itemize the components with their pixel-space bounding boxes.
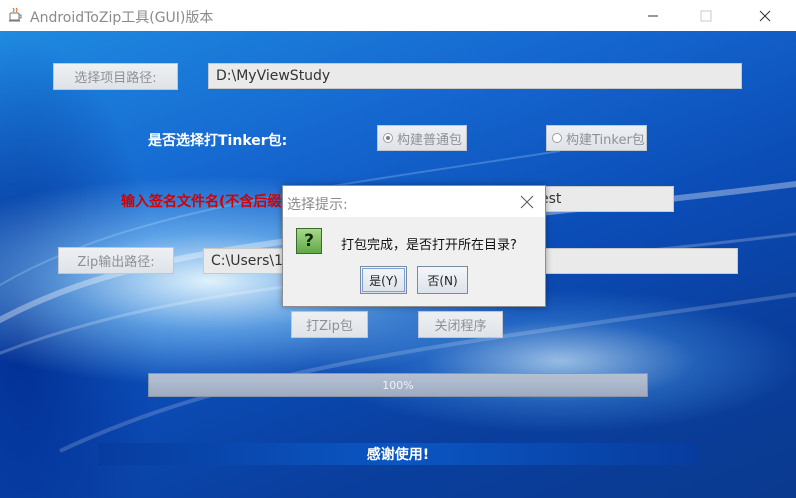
close-icon [759,10,771,21]
thanks-banner: 感谢使用! [98,443,698,465]
minimize-icon [648,15,658,16]
close-button[interactable] [742,0,788,31]
progress-bar: 100% [148,373,648,397]
radio-tinker-package[interactable]: 构建Tinker包 [546,125,647,151]
java-app-icon [9,7,22,22]
build-zip-button[interactable]: 打Zip包 [291,311,368,338]
radio-tinker-label: 构建Tinker包 [566,132,645,148]
maximize-button[interactable] [683,0,729,31]
project-path-field[interactable]: D:\MyViewStudy [208,63,742,89]
select-project-button[interactable]: 选择项目路径: [53,63,178,90]
title-bar[interactable]: AndroidToZip工具(GUI)版本 [0,0,796,31]
dialog-title-bar[interactable]: 选择提示: [283,186,545,217]
progress-text: 100% [382,378,414,392]
dialog-close-button[interactable] [515,190,539,214]
zip-output-button[interactable]: Zip输出路径: [58,247,174,274]
minimize-button[interactable] [630,0,676,31]
tinker-question-label: 是否选择打Tinker包: [148,133,288,149]
radio-normal-label: 构建普通包 [397,132,463,148]
sign-file-field[interactable]: est [532,186,674,212]
sign-file-label: 输入签名文件名(不含后缀 [121,194,282,210]
dialog-message: 打包完成，是否打开所在目录? [341,238,517,253]
radio-normal-indicator [383,133,393,143]
close-program-button[interactable]: 关闭程序 [418,311,503,338]
radio-tinker-indicator [552,133,562,143]
radio-normal-package[interactable]: 构建普通包 [377,125,467,151]
question-icon: ? [296,228,322,254]
no-button[interactable]: 否(N) [417,266,468,294]
maximize-icon [700,10,712,21]
confirm-dialog: 选择提示: ? 打包完成，是否打开所在目录? 是(Y) 否(N) [282,185,546,307]
yes-button[interactable]: 是(Y) [360,266,407,294]
dialog-title: 选择提示: [287,197,348,213]
app-window: AndroidToZip工具(GUI)版本 选择项目路径: D:\MyViewS… [0,0,796,498]
close-icon [520,195,534,209]
window-title: AndroidToZip工具(GUI)版本 [30,10,214,26]
